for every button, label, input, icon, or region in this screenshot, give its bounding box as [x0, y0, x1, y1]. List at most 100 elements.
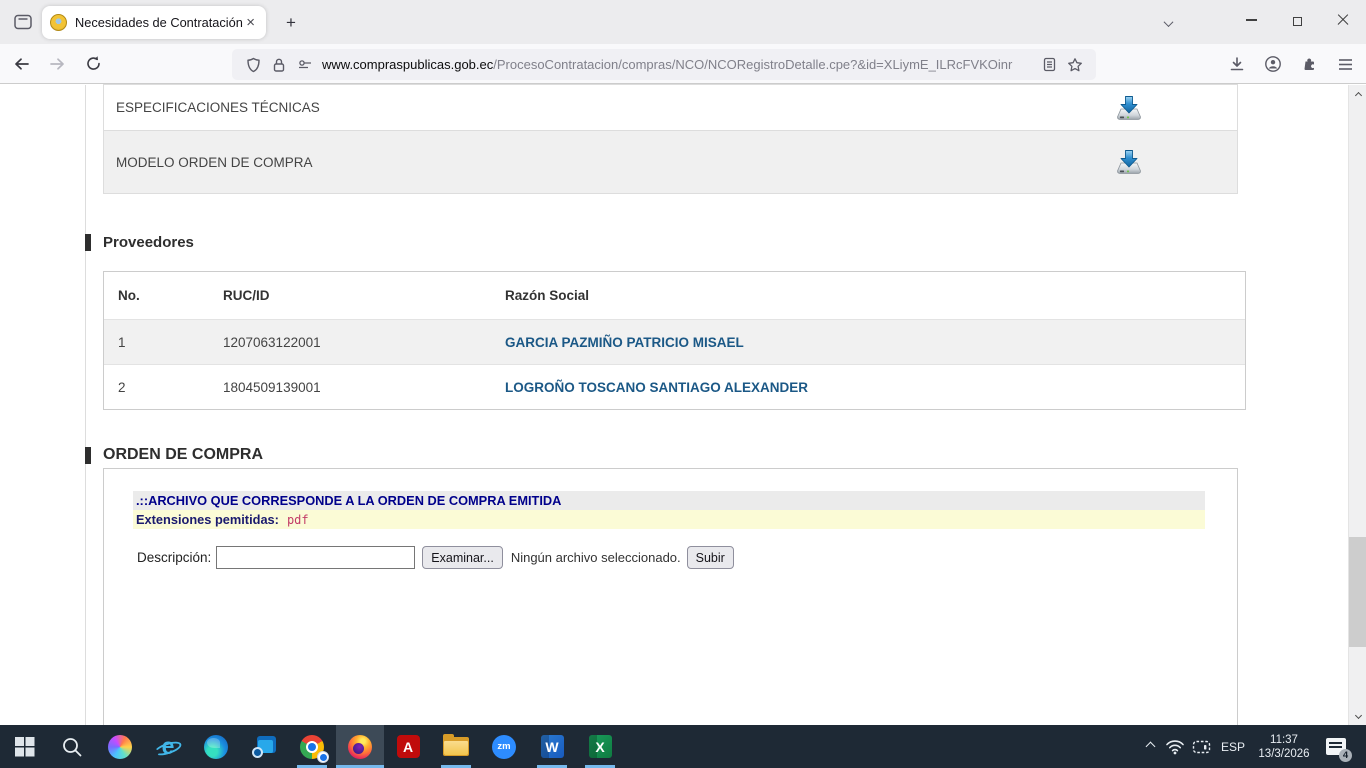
examinar-button[interactable]: Examinar... [422, 546, 503, 569]
system-tray: ESP 11:37 13/3/2026 4 [1138, 725, 1366, 768]
document-row: ESPECIFICACIONES TÉCNICAS [104, 85, 1237, 131]
proveedores-table: No. RUC/ID Razón Social 1 1207063122001 … [103, 271, 1246, 410]
zoom-icon: zm [492, 735, 516, 759]
browser-tab[interactable]: Necesidades de Contratación y × [42, 6, 266, 39]
taskbar-search-button[interactable] [48, 725, 96, 768]
url-path: /ProcesoContratacion/compras/NCO/NCORegi… [493, 57, 1012, 72]
url-bar[interactable]: www.compraspublicas.gob.ec/ProcesoContra… [232, 49, 1096, 80]
download-icon[interactable] [1114, 94, 1144, 122]
acrobat-icon: A [397, 735, 420, 758]
reload-button[interactable] [78, 49, 108, 79]
wifi-button[interactable] [1162, 725, 1188, 768]
start-button[interactable] [0, 725, 48, 768]
tracking-shield-icon[interactable] [240, 52, 266, 78]
provider-name-link[interactable]: LOGROÑO TOSCANO SANTIAGO ALEXANDER [491, 380, 1245, 395]
table-row: 1 1207063122001 GARCIA PAZMIÑO PATRICIO … [104, 319, 1245, 364]
download-icon[interactable] [1114, 148, 1144, 176]
section-bar [85, 447, 91, 464]
lock-icon[interactable] [266, 52, 292, 78]
taskbar-copilot[interactable] [96, 725, 144, 768]
forward-button[interactable] [42, 49, 72, 79]
taskbar-internet-explorer[interactable]: e [144, 725, 192, 768]
tray-time: 11:37 [1270, 733, 1298, 747]
wifi-icon [1165, 738, 1185, 755]
table-row: 2 1804509139001 LOGROÑO TOSCANO SANTIAGO… [104, 364, 1245, 409]
taskbar-firefox-active[interactable] [336, 725, 384, 768]
taskbar-acrobat[interactable]: A [384, 725, 432, 768]
extensions-button[interactable] [1292, 49, 1326, 79]
tab-title: Necesidades de Contratación y [75, 15, 243, 30]
list-all-tabs-button[interactable] [1155, 13, 1181, 33]
clock[interactable]: 11:37 13/3/2026 [1252, 725, 1316, 768]
firefox-view-button[interactable] [8, 9, 38, 35]
hidden-icons-button[interactable] [1138, 725, 1162, 768]
taskbar-word[interactable]: W [528, 725, 576, 768]
permissions-icon[interactable] [292, 52, 318, 78]
scroll-up-button[interactable] [1349, 87, 1366, 103]
browser-tabbar: Necesidades de Contratación y × + [0, 0, 1366, 44]
back-button[interactable] [6, 49, 36, 79]
scroll-down-button[interactable] [1349, 707, 1366, 723]
minimize-icon [1246, 19, 1257, 20]
extensiones-strip: Extensiones pemitidas:pdf [133, 510, 1205, 529]
cell-ruc: 1804509139001 [209, 380, 491, 395]
taskbar-chrome[interactable] [288, 725, 336, 768]
outlook-icon [252, 736, 276, 758]
new-tab-button[interactable]: + [278, 10, 304, 35]
orden-title: ORDEN DE COMPRA [103, 446, 263, 464]
url-text[interactable]: www.compraspublicas.gob.ec/ProcesoContra… [322, 57, 1036, 72]
reader-mode-icon[interactable] [1036, 52, 1062, 78]
taskbar-file-explorer[interactable] [432, 725, 480, 768]
chevron-up-icon [1145, 742, 1155, 752]
language-indicator[interactable]: ESP [1214, 725, 1252, 768]
tray-date: 13/3/2026 [1258, 747, 1309, 761]
cell-no: 1 [104, 335, 209, 350]
account-button[interactable] [1256, 49, 1290, 79]
extensiones-value: pdf [287, 513, 309, 527]
minimize-button[interactable] [1228, 0, 1274, 40]
connect-icon [1192, 739, 1211, 755]
word-icon: W [541, 735, 564, 758]
connect-button[interactable] [1188, 725, 1214, 768]
windows-taskbar: e A zm W [0, 725, 1366, 768]
window-controls [1228, 0, 1366, 40]
section-bar [85, 234, 91, 251]
maximize-button[interactable] [1274, 0, 1320, 40]
proveedores-title: Proveedores [103, 234, 194, 251]
search-icon [61, 736, 83, 758]
taskbar-edge[interactable] [192, 725, 240, 768]
descripcion-input[interactable] [216, 546, 415, 569]
taskbar-zoom[interactable]: zm [480, 725, 528, 768]
column-header-no: No. [104, 288, 209, 303]
downloads-button[interactable] [1220, 49, 1254, 79]
document-label: MODELO ORDEN DE COMPRA [116, 155, 313, 170]
account-icon [1264, 55, 1282, 73]
page-scrollbar[interactable] [1348, 85, 1366, 725]
close-window-button[interactable] [1320, 0, 1366, 40]
orden-compra-panel: .::ARCHIVO QUE CORRESPONDE A LA ORDEN DE… [103, 468, 1238, 726]
menu-button[interactable] [1328, 49, 1362, 79]
subir-button[interactable]: Subir [687, 546, 734, 569]
site-favicon-icon [50, 14, 67, 31]
documents-table: ESPECIFICACIONES TÉCNICAS MODELO ORDEN D… [103, 84, 1238, 194]
scrollbar-thumb[interactable] [1349, 537, 1366, 647]
internet-explorer-icon: e [154, 734, 182, 760]
toolbar-right-icons [1218, 44, 1362, 84]
edge-icon [204, 735, 228, 759]
forward-icon [49, 56, 66, 72]
firefox-view-icon [14, 14, 32, 30]
provider-name-link[interactable]: GARCIA PAZMIÑO PATRICIO MISAEL [491, 335, 1245, 350]
taskbar-outlook[interactable] [240, 725, 288, 768]
tab-close-icon[interactable]: × [243, 14, 258, 31]
screen: Necesidades de Contratación y × + [0, 0, 1366, 768]
taskbar-excel[interactable]: X [576, 725, 624, 768]
bookmark-star-icon[interactable] [1062, 52, 1088, 78]
restore-icon [1293, 17, 1302, 26]
back-icon [13, 56, 30, 72]
notification-center-button[interactable]: 4 [1316, 725, 1356, 768]
file-status-text: Ningún archivo seleccionado. [511, 550, 681, 565]
url-domain: www.compraspublicas.gob.ec [322, 57, 493, 72]
notification-badge: 4 [1339, 749, 1352, 762]
cell-no: 2 [104, 380, 209, 395]
downloads-icon [1229, 56, 1245, 72]
